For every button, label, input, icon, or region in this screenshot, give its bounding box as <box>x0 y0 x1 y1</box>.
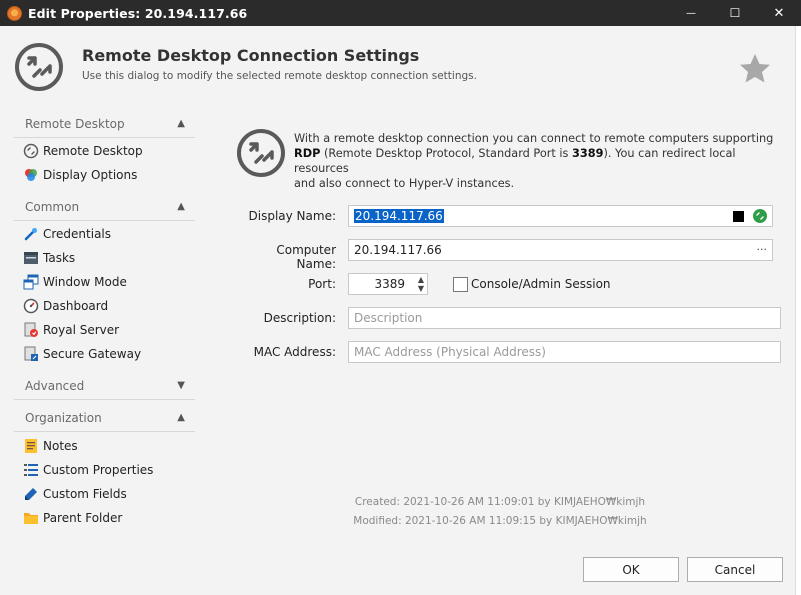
connection-status-icon[interactable] <box>752 208 768 227</box>
window-mode-icon <box>23 274 39 290</box>
port-spin-buttons[interactable]: ▲ ▼ <box>418 275 424 293</box>
maximize-button[interactable]: ☐ <box>713 0 757 26</box>
sidebar: Remote Desktop ▲ Remote Desktop Display … <box>14 110 195 530</box>
sidebar-item-label: Credentials <box>43 227 112 241</box>
close-button[interactable]: ✕ <box>757 0 801 26</box>
chevron-down-icon: ▼ <box>177 380 185 391</box>
section-organization[interactable]: Organization ▲ <box>14 404 195 432</box>
sidebar-item-parent-folder[interactable]: Parent Folder <box>14 506 195 530</box>
sidebar-item-secure-gateway[interactable]: Secure Gateway <box>14 342 195 366</box>
custom-properties-icon <box>23 462 39 478</box>
info-line-3: and also connect to Hyper-V instances. <box>294 177 515 190</box>
sidebar-item-credentials[interactable]: Credentials <box>14 222 195 246</box>
remote-desktop-info-icon <box>236 128 286 181</box>
chevron-up-icon: ▲ <box>177 201 185 212</box>
royal-server-icon <box>23 322 39 338</box>
sidebar-item-label: Display Options <box>43 168 138 182</box>
mac-address-input[interactable]: MAC Address (Physical Address) <box>348 341 781 363</box>
display-options-icon <box>23 167 39 183</box>
sidebar-item-dashboard[interactable]: Dashboard <box>14 294 195 318</box>
port-value: 3389 <box>374 277 405 291</box>
sidebar-item-label: Window Mode <box>43 275 127 289</box>
window-right-edge <box>795 26 801 595</box>
info-description: With a remote desktop connection you can… <box>294 131 774 191</box>
tasks-icon <box>23 250 39 266</box>
color-swatch[interactable] <box>733 211 744 222</box>
section-remote-desktop[interactable]: Remote Desktop ▲ <box>14 110 195 138</box>
created-info: Created: 2021-10-26 AM 11:09:01 by KIMJA… <box>354 496 646 508</box>
info-line-2a: (Remote Desktop Protocol, Standard Port … <box>320 147 573 160</box>
chevron-up-icon: ▲ <box>177 412 185 423</box>
app-icon <box>7 5 22 21</box>
section-label: Organization <box>25 410 102 425</box>
description-placeholder: Description <box>354 311 423 325</box>
cancel-button[interactable]: Cancel <box>687 557 783 582</box>
display-name-value: 20.194.117.66 <box>354 209 444 223</box>
favorite-star-icon[interactable] <box>738 52 772 87</box>
chevron-up-icon: ▲ <box>177 118 185 129</box>
window-controls: — ☐ ✕ <box>669 0 801 26</box>
port-label: Port: <box>308 277 336 291</box>
window-title: Edit Properties: 20.194.117.66 <box>28 5 248 21</box>
close-icon: ✕ <box>773 5 785 21</box>
parent-folder-icon <box>23 510 39 526</box>
section-label: Common <box>25 199 80 214</box>
dialog-header: Remote Desktop Connection Settings Use t… <box>0 26 801 108</box>
info-port: 3389 <box>572 147 604 160</box>
mac-address-placeholder: MAC Address (Physical Address) <box>354 345 546 359</box>
sidebar-item-remote-desktop[interactable]: Remote Desktop <box>14 139 195 163</box>
description-input[interactable]: Description <box>348 307 781 329</box>
computer-name-input[interactable]: 20.194.117.66 ··· <box>348 239 773 261</box>
mac-address-label: MAC Address: <box>253 345 336 359</box>
modified-info: Modified: 2021-10-26 AM 11:09:15 by KIMJ… <box>353 515 647 527</box>
title-bar: Edit Properties: 20.194.117.66 — ☐ ✕ <box>0 0 801 26</box>
secure-gateway-icon <box>23 346 39 362</box>
sidebar-item-display-options[interactable]: Display Options <box>14 163 195 187</box>
description-label: Description: <box>263 311 336 325</box>
credentials-icon <box>23 226 39 242</box>
minimize-button[interactable]: — <box>669 0 713 26</box>
remote-desktop-logo-icon <box>14 42 64 95</box>
dialog-title: Remote Desktop Connection Settings <box>82 46 420 65</box>
sidebar-item-label: Notes <box>43 439 78 453</box>
minimize-icon: — <box>686 7 696 19</box>
sidebar-item-window-mode[interactable]: Window Mode <box>14 270 195 294</box>
sidebar-item-label: Tasks <box>43 251 76 265</box>
computer-name-value: 20.194.117.66 <box>354 243 442 257</box>
info-rdp: RDP <box>294 147 321 160</box>
sidebar-item-label: Secure Gateway <box>43 347 142 361</box>
sidebar-item-notes[interactable]: Notes <box>14 434 195 458</box>
console-session-label: Console/Admin Session <box>471 277 611 291</box>
browse-button[interactable]: ··· <box>757 243 768 256</box>
info-line-1: With a remote desktop connection you can… <box>294 132 774 145</box>
section-advanced[interactable]: Advanced ▼ <box>14 372 195 400</box>
section-label: Remote Desktop <box>25 116 125 131</box>
sidebar-item-royal-server[interactable]: Royal Server <box>14 318 195 342</box>
sidebar-item-tasks[interactable]: Tasks <box>14 246 195 270</box>
sidebar-item-label: Royal Server <box>43 323 120 337</box>
dashboard-icon <box>23 298 39 314</box>
section-label: Advanced <box>25 378 85 393</box>
console-session-checkbox[interactable] <box>453 277 468 292</box>
remote-desktop-icon <box>23 143 39 159</box>
sidebar-item-label: Remote Desktop <box>43 144 143 158</box>
section-common[interactable]: Common ▲ <box>14 193 195 221</box>
ok-button[interactable]: OK <box>583 557 679 582</box>
maximize-icon: ☐ <box>729 6 741 20</box>
sidebar-item-label: Parent Folder <box>43 511 123 525</box>
dialog-subtitle: Use this dialog to modify the selected r… <box>82 70 477 82</box>
computer-name-label: Computer Name: <box>276 243 336 271</box>
display-name-label: Display Name: <box>248 209 337 223</box>
custom-fields-icon <box>23 486 39 502</box>
notes-icon <box>23 438 39 454</box>
sidebar-item-label: Dashboard <box>43 299 109 313</box>
sidebar-item-label: Custom Properties <box>43 463 154 477</box>
display-name-input[interactable]: 20.194.117.66 <box>348 205 773 227</box>
sidebar-item-custom-properties[interactable]: Custom Properties <box>14 458 195 482</box>
port-stepper[interactable]: 3389 ▲ ▼ <box>348 273 428 295</box>
sidebar-item-custom-fields[interactable]: Custom Fields <box>14 482 195 506</box>
sidebar-item-label: Custom Fields <box>43 487 127 501</box>
